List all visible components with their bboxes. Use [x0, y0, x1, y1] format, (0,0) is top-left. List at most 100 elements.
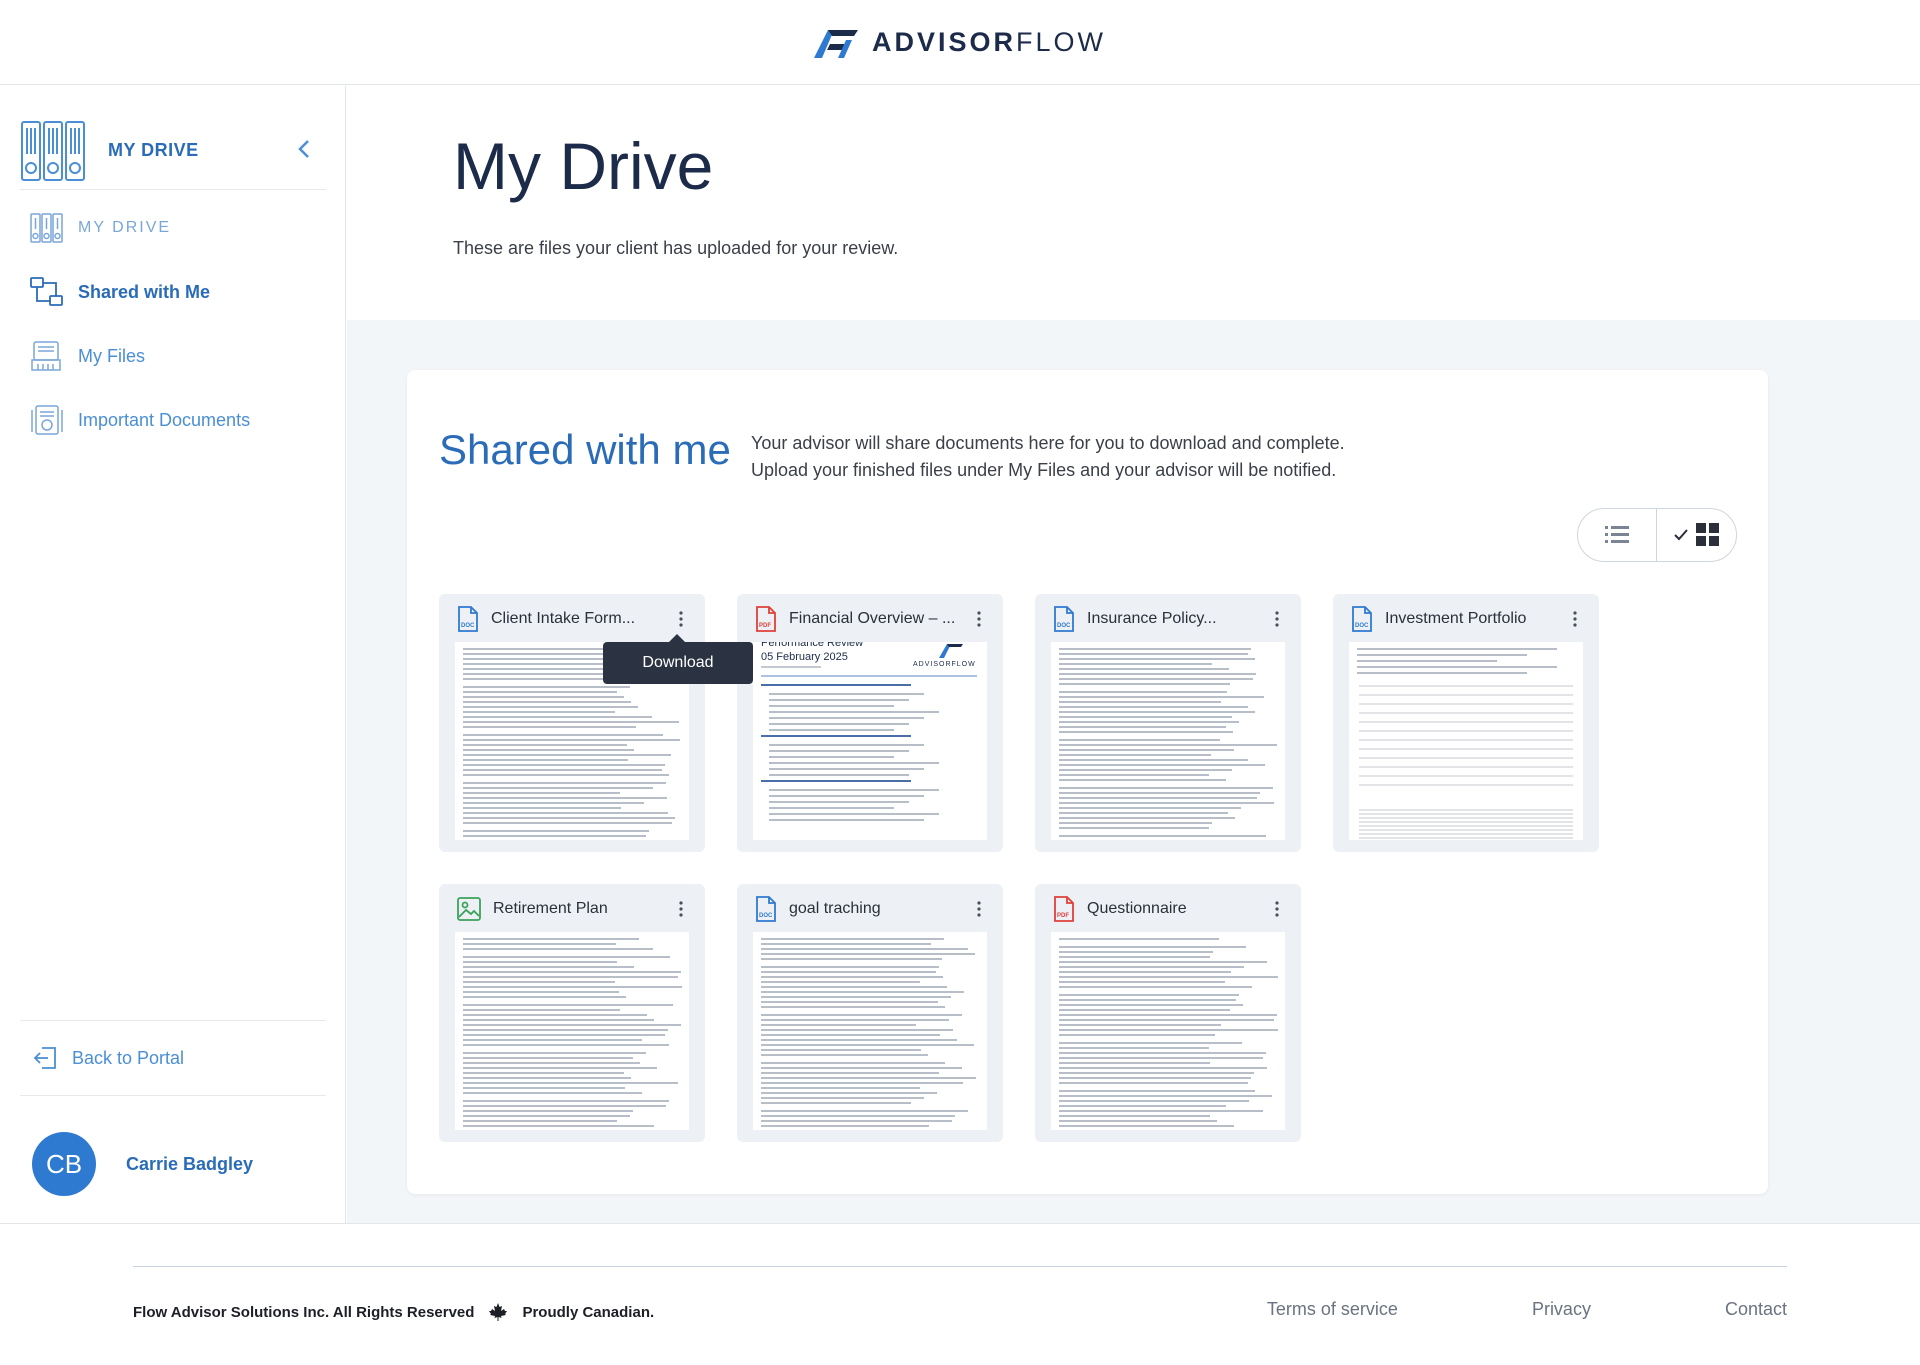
sidebar-item-my-drive[interactable]: MY DRIVE	[20, 196, 326, 260]
file-name: goal traching	[789, 900, 881, 917]
section-title: Shared with me	[439, 426, 731, 473]
user-name: Carrie Badgley	[126, 1153, 254, 1174]
more-options-button[interactable]	[971, 608, 987, 630]
back-to-portal-label: Back to Portal	[72, 1047, 185, 1068]
file-card-header: PDF Financial Overview – ...	[755, 606, 991, 632]
file-card[interactable]: Retirement Plan	[439, 884, 705, 1142]
doc-file-icon: DOC	[1054, 606, 1074, 632]
more-options-button[interactable]	[971, 898, 987, 920]
section-description: Your advisor will share documents here f…	[751, 433, 1345, 480]
more-vertical-icon	[679, 611, 683, 627]
more-options-button[interactable]	[1269, 608, 1285, 630]
document-preview-lines	[1059, 938, 1278, 1127]
advisorflow-logo-icon	[813, 30, 858, 58]
doc-file-icon: DOC	[756, 896, 776, 922]
file-thumbnail	[1349, 642, 1583, 840]
sidebar: MY DRIVE MY DRIVE Shared with Me My File	[0, 86, 346, 1223]
more-options-button[interactable]	[1269, 898, 1285, 920]
important-icon	[31, 405, 63, 435]
avatar: CB	[32, 1132, 96, 1196]
review-logo-text: ADVISORFLOW	[913, 661, 976, 668]
file-card-header: DOC goal traching	[755, 896, 991, 922]
page-subtitle: These are files your client has uploaded…	[453, 238, 899, 258]
file-thumbnail	[1051, 932, 1285, 1130]
more-options-button[interactable]	[1567, 608, 1583, 630]
svg-text:PDF: PDF	[1057, 913, 1069, 919]
list-icon	[1605, 526, 1629, 543]
page-header: My Drive These are files your client has…	[347, 86, 1920, 320]
document-preview-lines	[1357, 648, 1573, 839]
list-view-button[interactable]	[1578, 509, 1657, 561]
proudly-canadian-text: Proudly Canadian.	[522, 1303, 655, 1321]
file-thumbnail	[455, 932, 689, 1130]
sidebar-item-my-files[interactable]: My Files	[20, 324, 326, 388]
pdf-file-icon: PDF	[1054, 896, 1074, 922]
file-card[interactable]: PDF Questionnaire	[1035, 884, 1301, 1142]
drive-icon	[30, 213, 63, 243]
user-profile[interactable]: CB Carrie Badgley	[20, 1124, 326, 1204]
terms-of-service-link[interactable]: Terms of service	[1267, 1299, 1398, 1320]
review-date: 05 February 2025	[761, 651, 848, 663]
contact-link[interactable]: Contact	[1725, 1299, 1787, 1320]
file-card-header: DOC Investment Portfolio	[1351, 606, 1587, 632]
sidebar-nav: MY DRIVE Shared with Me My Files Importa…	[20, 196, 326, 452]
file-card[interactable]: DOC goal traching	[737, 884, 1003, 1142]
page-title: My Drive	[453, 129, 714, 203]
svg-text:DOC: DOC	[1057, 623, 1071, 629]
back-to-portal-link[interactable]: Back to Portal	[20, 1020, 326, 1096]
file-card-header: PDF Questionnaire	[1053, 896, 1289, 922]
copyright: Flow Advisor Solutions Inc. All Rights R…	[133, 1302, 654, 1322]
file-card-header: DOC Insurance Policy...	[1053, 606, 1289, 632]
files-icon	[31, 341, 61, 371]
more-vertical-icon	[977, 611, 981, 627]
file-card[interactable]: DOC Investment Portfolio	[1333, 594, 1599, 852]
download-menu-item[interactable]: Download	[603, 634, 753, 684]
sidebar-item-label: MY DRIVE	[78, 219, 172, 236]
grid-view-button[interactable]	[1657, 509, 1736, 561]
document-preview-lines	[463, 938, 682, 1127]
file-thumbnail	[1051, 642, 1285, 840]
more-vertical-icon	[977, 901, 981, 917]
footer-links: Terms of service Privacy Contact	[1133, 1299, 1787, 1320]
maple-leaf-icon	[489, 1303, 508, 1321]
doc-file-icon: DOC	[458, 606, 478, 632]
image-file-icon	[457, 897, 481, 921]
logout-arrow-icon	[33, 1047, 56, 1069]
sidebar-item-label: Important Documents	[78, 409, 251, 430]
document-preview-lines	[761, 938, 976, 1127]
chevron-left-icon[interactable]	[294, 138, 316, 160]
brand-name[interactable]: ADVISORFLOW	[872, 27, 1106, 58]
file-thumbnail	[753, 932, 987, 1130]
copyright-text: Flow Advisor Solutions Inc. All Rights R…	[133, 1303, 475, 1321]
check-icon	[1673, 529, 1688, 541]
footer: Flow Advisor Solutions Inc. All Rights R…	[0, 1223, 1920, 1365]
view-toggle	[1577, 508, 1737, 562]
file-name: Retirement Plan	[493, 900, 608, 917]
document-preview-lines	[1059, 648, 1277, 837]
file-card[interactable]: PDF Financial Overview – ... Performance R…	[737, 594, 1003, 852]
sidebar-header: MY DRIVE	[20, 112, 326, 190]
more-options-button[interactable]	[673, 608, 689, 630]
grid-icon	[1695, 523, 1719, 546]
sidebar-title: MY DRIVE	[108, 140, 199, 160]
main-content: My Drive These are files your client has…	[347, 86, 1920, 1223]
more-vertical-icon	[1573, 611, 1577, 627]
footer-divider	[133, 1266, 1787, 1267]
sidebar-item-label: My Files	[78, 345, 145, 366]
svg-text:DOC: DOC	[461, 623, 475, 629]
more-options-button[interactable]	[673, 898, 689, 920]
sidebar-item-important-documents[interactable]: Important Documents	[20, 388, 326, 452]
file-card[interactable]: DOC Client Intake Form...	[439, 594, 705, 852]
file-card-header: Retirement Plan	[457, 896, 693, 922]
svg-text:DOC: DOC	[1355, 623, 1369, 629]
file-card-header: DOC Client Intake Form...	[457, 606, 693, 632]
sidebar-item-shared-with-me[interactable]: Shared with Me	[20, 260, 326, 324]
more-vertical-icon	[679, 901, 683, 917]
privacy-link[interactable]: Privacy	[1532, 1299, 1591, 1320]
more-vertical-icon	[1275, 901, 1279, 917]
file-name: Questionnaire	[1087, 900, 1187, 917]
svg-text:DOC: DOC	[759, 913, 773, 919]
review-title: Performance Review	[761, 642, 863, 649]
file-name: Insurance Policy...	[1087, 610, 1217, 627]
file-card[interactable]: DOC Insurance Policy...	[1035, 594, 1301, 852]
